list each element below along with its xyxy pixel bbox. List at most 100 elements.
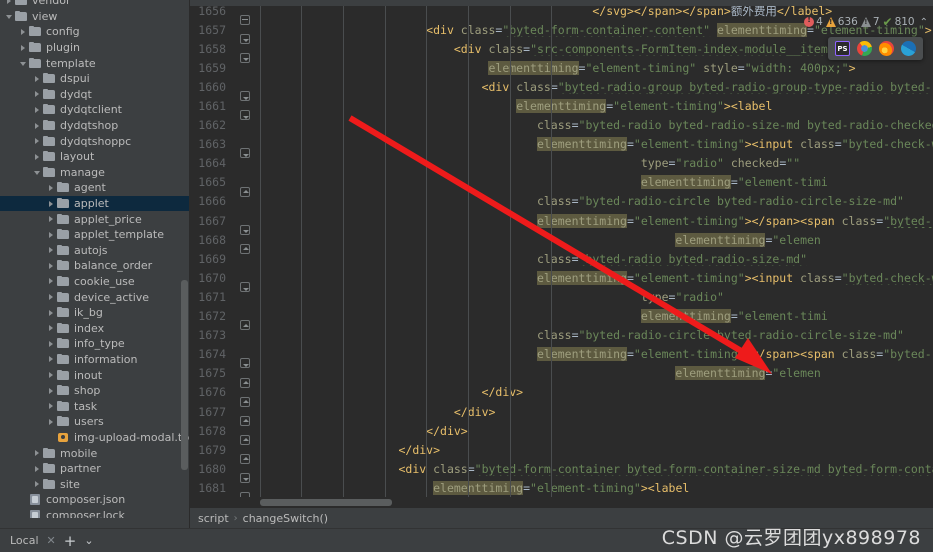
tree-item-site[interactable]: site	[0, 476, 189, 492]
chevron-right-icon[interactable]	[46, 385, 57, 396]
code-line[interactable]: 1679 </div>	[190, 440, 933, 464]
tree-item-applet-template[interactable]: applet_template	[0, 227, 189, 243]
code-text[interactable]: elementtiming="element-timing"></span><s…	[260, 347, 933, 362]
code-line[interactable]: 1665 elementtiming="element-timi	[190, 173, 933, 197]
code-line[interactable]: 1660 <div class="byted-radio-group byted…	[190, 77, 933, 102]
fold-toggle-icon[interactable]	[240, 282, 250, 293]
chevron-right-icon[interactable]	[46, 229, 57, 240]
close-icon[interactable]: ✕	[47, 534, 56, 547]
chevron-right-icon[interactable]	[4, 0, 15, 6]
code-line[interactable]: 1658 <div class="src-components-FormItem…	[190, 39, 933, 63]
tree-item-template[interactable]: template	[0, 55, 189, 71]
chevron-right-icon[interactable]	[46, 245, 57, 256]
code-text[interactable]: class="byted-radio byted-radio-size-md"	[260, 252, 933, 266]
code-line[interactable]: 1672 elementtiming="element-timi	[190, 307, 933, 331]
chevron-right-icon[interactable]	[32, 136, 43, 147]
chevron-right-icon[interactable]	[46, 260, 57, 271]
tree-item-manage[interactable]: manage	[0, 165, 189, 181]
code-line[interactable]: 1673 class="byted-radio-circle byted-rad…	[190, 326, 933, 345]
fold-toggle-icon[interactable]	[240, 224, 250, 235]
tree-item-composer-json[interactable]: composer.json	[0, 492, 189, 508]
tree-item-vendor[interactable]: vendor	[0, 0, 189, 9]
chevron-down-icon[interactable]: ⌄	[84, 534, 93, 547]
code-line[interactable]: 1661 elementtiming="element-timing"><lab…	[190, 96, 933, 121]
code-line[interactable]: 1674 elementtiming="element-timing"></sp…	[190, 345, 933, 369]
tree-item-applet[interactable]: applet	[0, 195, 189, 212]
fold-toggle-icon[interactable]	[240, 91, 250, 102]
code-text[interactable]: </div>	[260, 385, 933, 399]
tree-item-users[interactable]: users	[0, 414, 189, 430]
code-text[interactable]: class="byted-radio-circle byted-radio-ci…	[260, 328, 933, 342]
chevron-right-icon[interactable]	[46, 198, 57, 209]
code-line[interactable]: 1677 </div>	[190, 402, 933, 426]
code-text[interactable]: elementtiming="element-timing"><label	[260, 480, 933, 495]
chevron-right-icon[interactable]	[32, 151, 43, 162]
code-text[interactable]: elementtiming="element-timing"><input cl…	[260, 137, 933, 152]
code-text[interactable]: </div>	[260, 405, 933, 419]
tree-item-dydqtshop[interactable]: dydqtshop	[0, 118, 189, 134]
code-text[interactable]: elementtiming="element-timi	[260, 175, 933, 190]
code-line[interactable]: 1681 elementtiming="element-timing"><lab…	[190, 478, 933, 497]
code-line[interactable]: 1670 elementtiming="element-timing"><inp…	[190, 268, 933, 293]
chevron-down-icon[interactable]	[4, 11, 15, 22]
code-line[interactable]: 1663 elementtiming="element-timing"><inp…	[190, 135, 933, 159]
tree-item-task[interactable]: task	[0, 398, 189, 414]
firefox-icon[interactable]	[879, 41, 894, 56]
code-line[interactable]: 1668 elementtiming="elemen	[190, 230, 933, 254]
editor-horizontal-scrollbar[interactable]	[260, 499, 392, 506]
tree-item-applet-price[interactable]: applet_price	[0, 211, 189, 227]
code-text[interactable]: <div class="byted-form-container byted-f…	[260, 462, 933, 476]
chevron-right-icon[interactable]	[46, 354, 57, 365]
tree-item-layout[interactable]: layout	[0, 149, 189, 165]
editor-horizontal-scrollbar-track[interactable]	[190, 497, 933, 508]
weak-warning-count[interactable]: 7	[860, 16, 880, 28]
code-line[interactable]: 1678 </div>	[190, 421, 933, 445]
code-text[interactable]: class="byted-radio-circle byted-radio-ci…	[260, 194, 933, 208]
fold-toggle-icon[interactable]	[240, 358, 250, 369]
tree-item-inout[interactable]: inout	[0, 367, 189, 383]
project-tree[interactable]: vendor view config plugin template dspui dydqt…	[0, 0, 189, 523]
edge-icon[interactable]	[901, 41, 916, 56]
warning-count[interactable]: 636	[825, 16, 858, 28]
tree-item-dydqt[interactable]: dydqt	[0, 87, 189, 103]
tree-item-dspui[interactable]: dspui	[0, 71, 189, 87]
code-text[interactable]: elementtiming="element-timi	[260, 309, 933, 324]
code-line[interactable]: 1676 </div>	[190, 383, 933, 407]
code-line[interactable]: 1671 type="radio"	[190, 287, 933, 306]
tree-item-plugin[interactable]: plugin	[0, 40, 189, 56]
code-text[interactable]: elementtiming="elemen	[260, 232, 933, 247]
code-text[interactable]: class="byted-radio byted-radio-size-md b…	[260, 118, 933, 132]
code-line[interactable]: 1664 type="radio" checked=""	[190, 154, 933, 173]
code-line[interactable]: 1666 class="byted-radio-circle byted-rad…	[190, 192, 933, 211]
tree-item-agent[interactable]: agent	[0, 180, 189, 196]
fold-toggle-icon[interactable]	[240, 14, 250, 25]
tree-item-shop[interactable]: shop	[0, 383, 189, 399]
chevron-right-icon[interactable]	[46, 416, 57, 427]
typo-count[interactable]: ✔ 810	[883, 16, 915, 28]
sidebar-vertical-scrollbar[interactable]	[181, 280, 188, 470]
fold-toggle-icon[interactable]	[240, 110, 250, 121]
chevron-right-icon[interactable]	[46, 214, 57, 225]
chevron-up-icon[interactable]: ⌃	[920, 17, 928, 28]
tree-item-info-type[interactable]: info_type	[0, 336, 189, 352]
chevron-right-icon[interactable]	[46, 338, 57, 349]
code-area[interactable]: 1656 </svg></span></span>额外费用</label> 165…	[190, 6, 933, 497]
chevron-right-icon[interactable]	[46, 307, 57, 318]
fold-toggle-icon[interactable]	[240, 320, 250, 331]
chevron-right-icon[interactable]	[32, 479, 43, 490]
fold-toggle-icon[interactable]	[240, 33, 250, 44]
tree-item-index[interactable]: index	[0, 320, 189, 336]
chevron-right-icon[interactable]	[46, 292, 57, 303]
chrome-icon[interactable]	[857, 41, 872, 56]
code-text[interactable]: type="radio"	[260, 290, 933, 304]
tree-item-view[interactable]: view	[0, 9, 189, 25]
fold-toggle-icon[interactable]	[240, 377, 250, 388]
code-text[interactable]: elementtiming="element-timing" style="wi…	[260, 60, 933, 75]
code-line[interactable]: 1669 class="byted-radio byted-radio-size…	[190, 249, 933, 268]
browser-launch-popup[interactable]: PS	[828, 37, 923, 60]
chevron-right-icon[interactable]	[18, 42, 29, 53]
terminal-tab-local[interactable]: Local	[10, 534, 39, 547]
tree-item-dydqtshoppc[interactable]: dydqtshoppc	[0, 133, 189, 149]
chevron-right-icon[interactable]	[32, 463, 43, 474]
tree-item-cookie-use[interactable]: cookie_use	[0, 274, 189, 290]
